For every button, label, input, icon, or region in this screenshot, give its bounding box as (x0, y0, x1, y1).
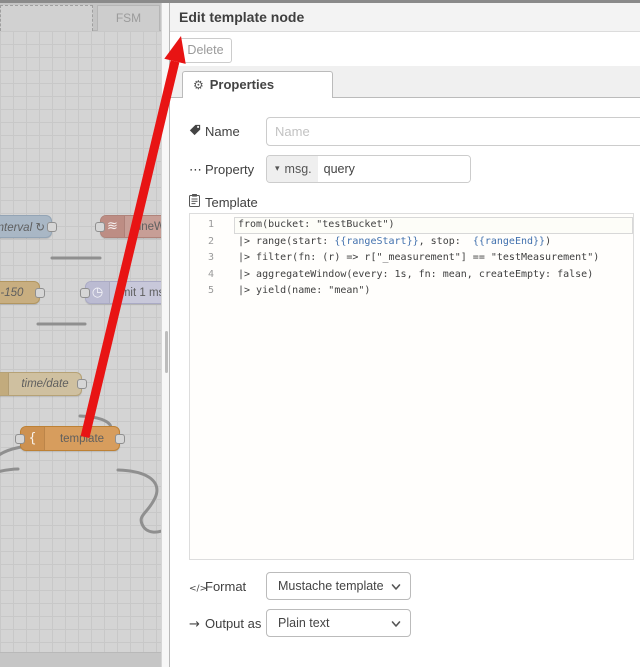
flow-node-interval[interactable]: interval ↻ (0, 215, 57, 238)
flow-node-s-150[interactable]: s-150 (0, 281, 45, 304)
flow-tab-current[interactable] (0, 5, 93, 31)
template-code-gutter: 1 2 3 4 5 (190, 214, 226, 559)
property-typed-input: ▾ msg. (266, 155, 471, 183)
output-select-value: Plain text (278, 616, 330, 630)
ellipsis-icon: ⋯ (189, 163, 202, 178)
node-port-out[interactable] (77, 379, 87, 389)
caret-down-icon: ▾ (275, 164, 280, 174)
code-line[interactable]: |> yield(name: "mean") (234, 283, 633, 300)
flow-node-label: sineWave (132, 220, 161, 233)
chevron-down-icon (391, 584, 401, 590)
code-line-number: 3 (207, 252, 214, 263)
flow-node-label: s-150 (0, 286, 24, 299)
dialog-title: Edit template node (170, 3, 640, 32)
dialog-toolbar: Delete (170, 32, 640, 66)
code-line-number: 4 (207, 268, 214, 280)
flow-editor-pane: FSM interval ↻ ≋sineWave s-150 ◷limit 1 ms f… (0, 0, 161, 667)
format-select-value: Mustache template (278, 579, 384, 593)
format-label: </>Format (189, 579, 246, 594)
time-date-node-icon: f (0, 373, 9, 395)
flow-node-time-date[interactable]: f time/date (0, 372, 87, 396)
flow-node-template[interactable]: {template (15, 426, 125, 451)
property-prefix: msg. (284, 162, 312, 176)
flow-tab-fsm[interactable]: FSM (97, 5, 160, 31)
template-label-text: Template (205, 195, 258, 210)
delete-button[interactable]: Delete (179, 38, 232, 63)
flow-node-label: limit 1 ms (115, 286, 161, 299)
flow-node-label: interval ↻ (0, 221, 45, 234)
code-line-number: 5 (207, 285, 214, 296)
code-line[interactable]: |> aggregateWindow(every: 1s, fn: mean, … (234, 267, 633, 284)
dialog-form: Name ⋯Property ▾ msg. Template 1 2 3 4 5 fro… (170, 98, 640, 667)
window-top-border (0, 0, 640, 3)
output-select[interactable]: Plain text (266, 609, 411, 637)
node-port-in[interactable] (15, 433, 25, 444)
code-line-number: 1 (207, 219, 214, 230)
output-label: → Output as (189, 616, 261, 632)
flow-node-sinewave[interactable]: ≋sineWave (95, 215, 161, 238)
scrollbar-thumb[interactable] (164, 331, 168, 373)
property-type-button[interactable]: ▾ msg. (267, 156, 318, 182)
vertical-scrollbar[interactable] (161, 0, 169, 667)
node-port-in[interactable] (95, 221, 105, 232)
code-line[interactable]: |> range(start: {{rangeStart}}, stop: {{… (234, 234, 633, 251)
edit-node-dialog: Edit template node Delete ⚙ Properties Na… (169, 0, 640, 667)
property-value-input[interactable] (317, 156, 470, 182)
arrow-right-icon: → (189, 617, 200, 632)
flow-node-limit[interactable]: ◷ limit 1 ms (80, 281, 161, 304)
template-code-lines: from(bucket: "testBucket") |> range(start… (234, 214, 633, 300)
property-label-text: Property (205, 162, 255, 177)
code-line-number: 2 (207, 235, 214, 247)
flow-workspace[interactable]: interval ↻ ≋sineWave s-150 ◷limit 1 ms ftime… (0, 31, 161, 667)
name-input[interactable] (266, 117, 640, 146)
name-label-text: Name (205, 124, 240, 139)
flow-nodes: interval ↻ ≋sineWave s-150 ◷limit 1 ms ftime… (0, 31, 161, 667)
tab-properties-label: Properties (209, 77, 275, 92)
flow-node-label: time/date (21, 378, 69, 390)
flow-tabbar: FSM (0, 3, 161, 31)
clipboard-icon (189, 194, 205, 211)
output-label-text: Output as (205, 616, 262, 631)
format-label-text: Format (205, 579, 247, 594)
node-port-out[interactable] (115, 433, 125, 444)
property-label: ⋯ Property (189, 162, 254, 178)
template-code-editor[interactable]: 1 2 3 4 5 from(bucket: "testBucket") |> range… (189, 213, 634, 560)
code-icon: </> (189, 584, 208, 594)
flow-node-label: template (59, 432, 105, 445)
tag-icon (189, 124, 205, 140)
node-port-out[interactable] (35, 287, 45, 298)
gear-icon: ⚙ (193, 78, 204, 92)
template-label: Template (189, 194, 258, 211)
node-port-out[interactable] (47, 221, 57, 232)
code-line[interactable]: |> filter(fn: (r) => r["_measurement"] =… (234, 250, 633, 267)
node-port-in[interactable] (80, 287, 90, 298)
name-label: Name (189, 124, 240, 140)
code-line[interactable]: from(bucket: "testBucket") (234, 217, 633, 234)
chevron-down-icon (391, 621, 401, 627)
format-select[interactable]: Mustache template (266, 572, 411, 600)
dialog-tabrow: ⚙ Properties (170, 66, 640, 98)
workspace-footer (0, 652, 161, 667)
tab-properties[interactable]: ⚙ Properties (182, 71, 333, 98)
